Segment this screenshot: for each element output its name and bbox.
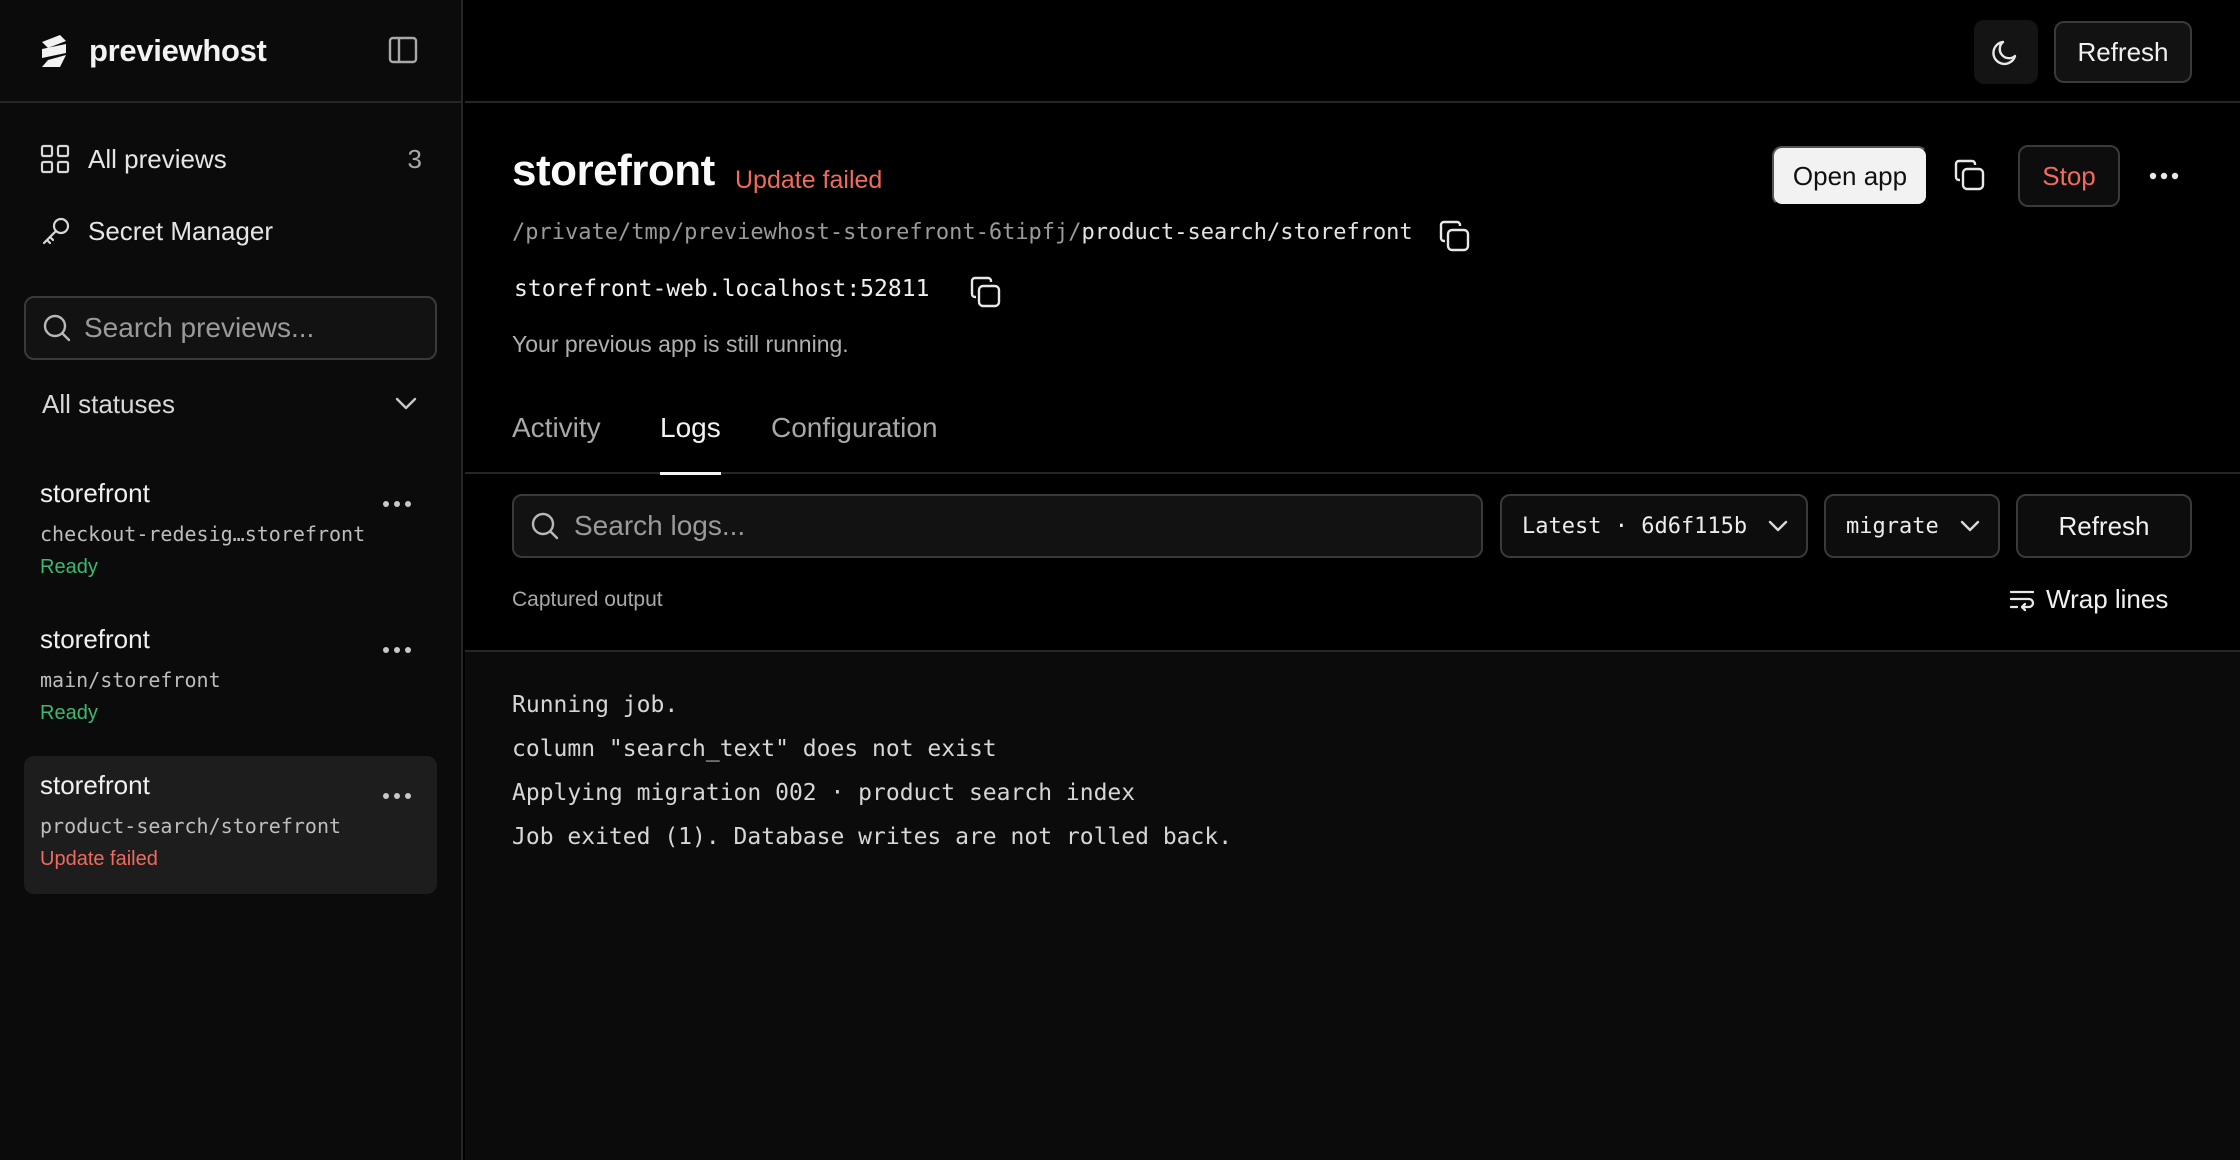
preview-name: storefront	[40, 478, 150, 508]
path-prefix: /private/tmp/previewhost-storefront-6tip…	[512, 220, 1082, 245]
wrap-lines-icon	[2008, 586, 2036, 614]
log-search[interactable]	[512, 494, 1483, 558]
sidebar-item-label: All previews	[88, 143, 227, 174]
wrap-lines-button[interactable]: Wrap lines	[2008, 584, 2168, 615]
search-input[interactable]	[84, 312, 414, 344]
copy-host-icon[interactable]	[969, 276, 1003, 310]
more-options-icon[interactable]	[377, 492, 417, 516]
search-icon	[42, 313, 72, 343]
more-options-icon[interactable]	[2148, 164, 2180, 188]
status-badge: Ready	[40, 702, 98, 724]
more-options-icon[interactable]	[377, 638, 417, 662]
theme-toggle-button[interactable]	[1974, 20, 2038, 84]
refresh-button[interactable]: Refresh	[2054, 21, 2192, 83]
preview-name: storefront	[40, 624, 150, 654]
log-line: Job exited (1). Database writes are not …	[512, 824, 1233, 850]
brand-name: previewhost	[89, 33, 267, 68]
sidebar: previewhost All previews 3 Secret Manage…	[0, 0, 463, 1160]
preview-name: storefront	[40, 770, 150, 800]
captured-output-label: Captured output	[512, 588, 663, 611]
chevron-down-icon	[395, 397, 417, 411]
sidebar-toggle-icon[interactable]	[388, 35, 424, 69]
preview-list-item[interactable]: storefront checkout-redesig…storefront R…	[24, 464, 437, 602]
log-search-input[interactable]	[574, 510, 1454, 542]
logo-icon	[36, 33, 72, 69]
preview-list-item[interactable]: storefront main/storefront Ready	[24, 610, 437, 748]
path-suffix: product-search/storefront	[1081, 220, 1413, 245]
chevron-down-icon	[1960, 520, 1980, 532]
moon-icon	[1991, 37, 2021, 67]
preview-path: checkout-redesig…storefront	[40, 522, 366, 546]
preview-path: main/storefront	[40, 668, 221, 692]
job-select[interactable]: migrate	[1824, 494, 2000, 558]
sidebar-item-secret-manager[interactable]: Secret Manager	[24, 203, 436, 259]
chevron-down-icon	[1768, 520, 1788, 532]
status-badge: Update failed	[40, 848, 158, 870]
preview-path: product-search/storefront	[40, 814, 342, 838]
more-options-icon[interactable]	[377, 784, 417, 808]
log-line: Running job.	[512, 692, 679, 718]
build-select-value: Latest · 6d6f115b	[1522, 513, 1748, 539]
sidebar-item-all-previews[interactable]: All previews 3	[24, 131, 436, 187]
preview-count: 3	[407, 143, 422, 174]
status-filter-label: All statuses	[42, 388, 175, 419]
copy-icon[interactable]	[1953, 159, 1987, 193]
preview-search[interactable]	[24, 296, 437, 360]
log-line: column "search_text" does not exist	[512, 736, 997, 762]
log-line: Applying migration 002 · product search …	[512, 780, 1136, 806]
tab-bar: Activity Logs Configuration	[465, 400, 2240, 475]
open-app-button[interactable]: Open app	[1772, 146, 1928, 206]
tab-configuration[interactable]: Configuration	[771, 412, 938, 464]
grid-icon	[40, 144, 76, 174]
wrap-lines-label: Wrap lines	[2046, 584, 2169, 614]
tab-activity[interactable]: Activity	[512, 412, 601, 464]
worktree-path: /private/tmp/previewhost-storefront-6tip…	[512, 220, 1413, 245]
status-note: Your previous app is still running.	[512, 331, 849, 357]
logs-refresh-button[interactable]: Refresh	[2016, 494, 2192, 558]
search-icon	[530, 511, 560, 541]
job-select-value: migrate	[1846, 513, 1939, 539]
status-filter-select[interactable]: All statuses	[24, 376, 437, 432]
preview-list-item-selected[interactable]: storefront product-search/storefront Upd…	[24, 756, 437, 894]
app-host: storefront-web.localhost:52811	[514, 276, 930, 302]
sidebar-header: previewhost	[0, 0, 461, 103]
page-title: storefront	[512, 146, 715, 195]
copy-path-icon[interactable]	[1438, 220, 1472, 254]
status-badge: Update failed	[735, 166, 883, 194]
tab-logs[interactable]: Logs	[660, 412, 721, 475]
stop-button[interactable]: Stop	[2018, 145, 2120, 207]
build-select[interactable]: Latest · 6d6f115b	[1500, 494, 1808, 558]
log-output: Running job. column "search_text" does n…	[465, 650, 2240, 1160]
key-icon	[40, 215, 76, 247]
sidebar-item-label: Secret Manager	[88, 215, 273, 246]
status-badge: Ready	[40, 556, 98, 578]
